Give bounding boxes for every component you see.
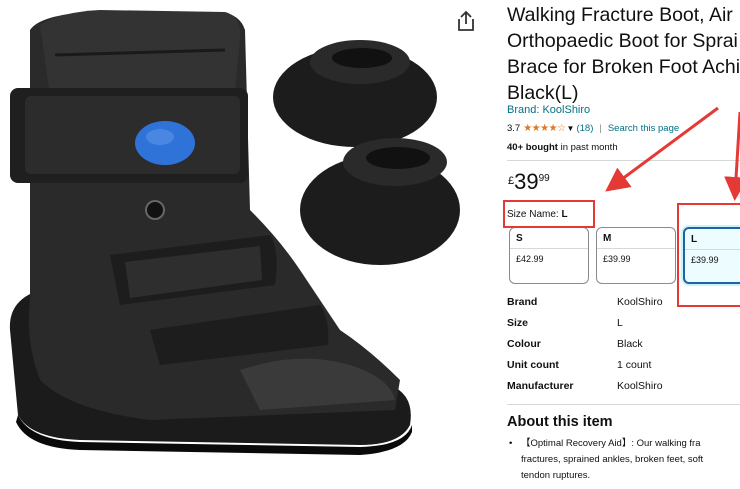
- bullet-dot: •: [509, 438, 513, 449]
- rating-row: 3.7 ★★★★☆ ▼ (18) | Search this page: [507, 123, 679, 134]
- size-option-l[interactable]: L £39.99: [683, 227, 740, 284]
- product-image[interactable]: [0, 0, 485, 489]
- product-title: Walking Fracture Boot, Air Orthopaedic B…: [507, 2, 740, 106]
- spec-key: Unit count: [507, 359, 559, 371]
- size-option-label: L: [691, 234, 698, 245]
- size-name-value: L: [561, 209, 568, 220]
- spec-value: L: [617, 317, 623, 329]
- bought-rest: in past month: [557, 142, 618, 153]
- size-option-price: £42.99: [516, 254, 544, 264]
- size-option-price: £39.99: [691, 255, 719, 265]
- bought-count: 40+ bought: [507, 142, 558, 153]
- divider: [685, 249, 740, 250]
- separator: |: [599, 123, 602, 134]
- about-heading: About this item: [507, 414, 613, 430]
- size-name-key: Size Name:: [507, 209, 559, 220]
- size-option-label: M: [603, 233, 612, 244]
- price-whole: 39: [514, 169, 539, 194]
- spec-value: 1 count: [617, 359, 652, 371]
- rating-count-link[interactable]: (18): [576, 123, 593, 134]
- size-option-price: £39.99: [603, 254, 631, 264]
- star-rating-icon[interactable]: ★★★★☆: [523, 123, 566, 134]
- size-name-label: Size Name: L: [507, 209, 568, 220]
- divider: [507, 160, 740, 161]
- title-line: Black(L): [507, 82, 579, 104]
- bullet-line: fractures, sprained ankles, broken feet,…: [521, 454, 704, 465]
- size-option-s[interactable]: S £42.99: [509, 227, 589, 284]
- spec-value: Black: [617, 338, 643, 350]
- spec-key: Brand: [507, 296, 538, 308]
- size-option-m[interactable]: M £39.99: [596, 227, 676, 284]
- bullet-line: 【Optimal Recovery Aid】: Our walking fra: [521, 438, 701, 449]
- chevron-down-icon[interactable]: ▼: [567, 124, 575, 133]
- title-line: Walking Fracture Boot, Air: [507, 4, 733, 26]
- divider: [507, 404, 740, 405]
- share-icon[interactable]: [456, 10, 476, 32]
- divider: [597, 248, 675, 249]
- rating-value: 3.7: [507, 123, 521, 134]
- title-line: Brace for Broken Foot Achil: [507, 56, 740, 78]
- spec-key: Colour: [507, 338, 541, 350]
- title-line: Orthopaedic Boot for Sprai: [507, 30, 738, 52]
- size-option-label: S: [516, 233, 523, 244]
- price: £ 39 99: [508, 170, 550, 194]
- bought-info: 40+ bought in past month: [507, 142, 618, 153]
- brand-link[interactable]: Brand: KoolShiro: [507, 104, 590, 116]
- bullet-line: tendon ruptures.: [521, 470, 591, 481]
- price-fraction: 99: [538, 173, 550, 184]
- divider: [510, 248, 588, 249]
- spec-key: Size: [507, 317, 529, 329]
- spec-value: KoolShiro: [617, 296, 663, 308]
- search-page-link[interactable]: Search this page: [608, 123, 679, 134]
- spec-value: KoolShiro: [617, 380, 663, 392]
- spec-key: Manufacturer: [507, 380, 574, 392]
